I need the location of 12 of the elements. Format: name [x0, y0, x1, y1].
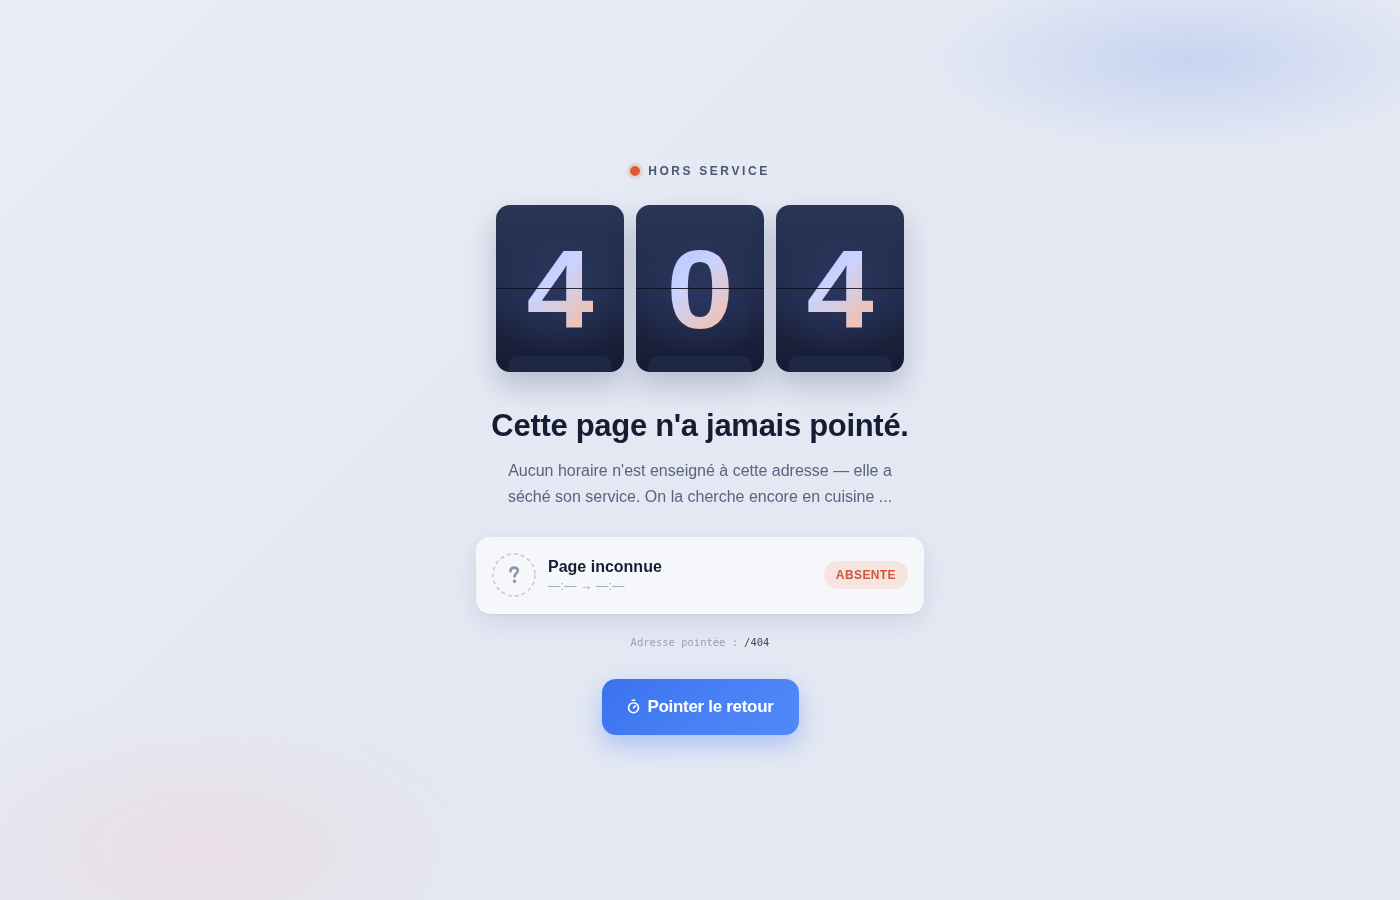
- status-label: HORS SERVICE: [648, 163, 770, 178]
- address-value: /404: [744, 635, 770, 648]
- status-dot-icon: [630, 165, 641, 176]
- entry-name: Page inconnue: [548, 557, 662, 576]
- question-icon: [492, 553, 536, 597]
- entry-times: —:— → —:—: [548, 578, 625, 593]
- stopwatch-icon: [626, 699, 642, 714]
- status-badge: ABSENTE: [823, 561, 908, 589]
- description: Aucun horaire n'est enseigné à cette adresse — elle a séché son service. On la cherche encore en cuisine ...: [506, 460, 894, 507]
- page-title: Cette page n'a jamais pointé.: [491, 406, 909, 445]
- address-label: Adresse pointée :: [630, 635, 739, 648]
- return-button[interactable]: Pointer le retour: [601, 678, 799, 735]
